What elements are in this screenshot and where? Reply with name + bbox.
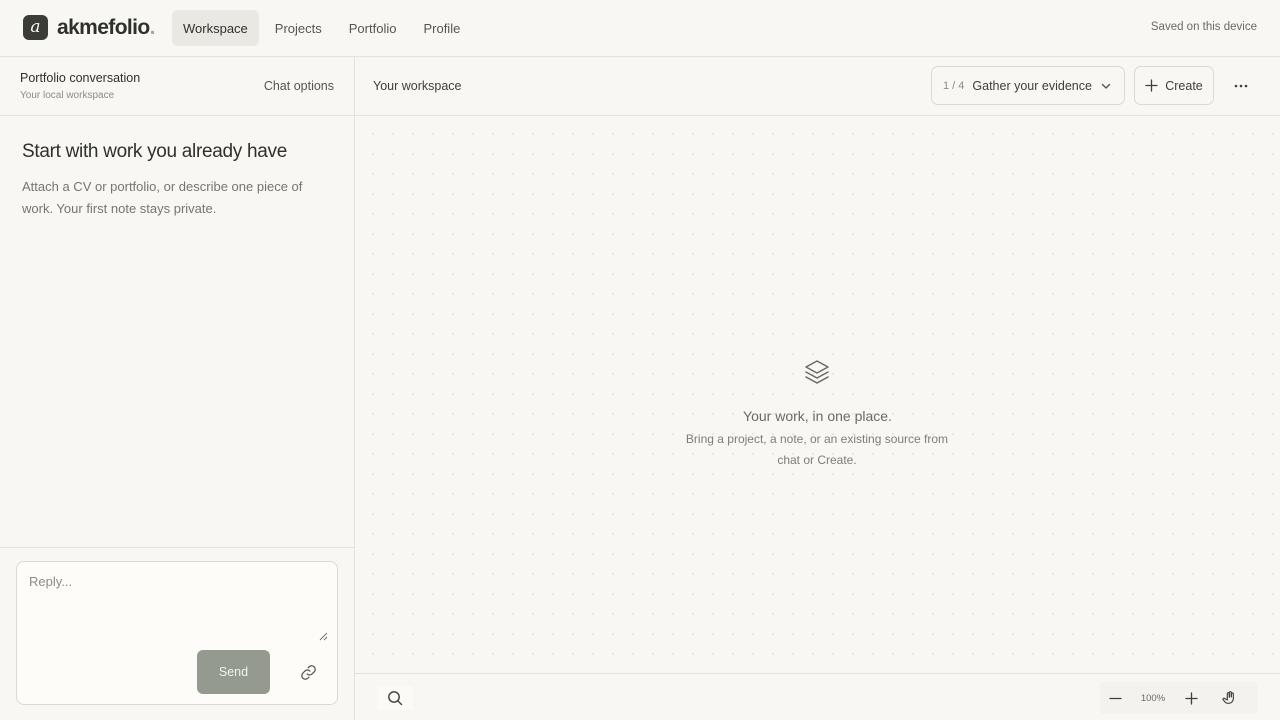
zoom-in-button[interactable] (1176, 683, 1206, 713)
plus-icon (1145, 79, 1158, 92)
pan-tool-button[interactable] (1206, 683, 1254, 713)
nav-item-profile[interactable]: Profile (412, 10, 471, 46)
create-label: Create (1165, 78, 1203, 93)
zoom-out-button[interactable] (1100, 683, 1130, 713)
brand-name: akmefolio (57, 15, 150, 39)
minus-icon (1108, 697, 1122, 699)
hand-icon (1222, 691, 1234, 704)
save-status: Saved on this device (1150, 21, 1257, 33)
resize-handle-icon[interactable] (319, 632, 328, 641)
workspace-panel: Your workspace 1 / 4 Gather your evidenc… (355, 57, 1280, 720)
layers-icon (805, 360, 829, 384)
more-options-button[interactable] (1225, 75, 1257, 97)
intro-title: Start with work you already have (22, 141, 287, 162)
zoom-level: 100% (1140, 692, 1166, 704)
send-button[interactable]: Send (197, 650, 270, 694)
main-nav: Workspace Projects Portfolio Profile (172, 10, 476, 46)
workspace-header: Your workspace 1 / 4 Gather your evidenc… (355, 57, 1280, 116)
nav-item-portfolio[interactable]: Portfolio (338, 10, 408, 46)
step-count: 1 / 4 (943, 79, 965, 92)
chat-panel: Portfolio conversation Your local worksp… (0, 57, 355, 720)
chat-subtitle: Your local workspace (20, 90, 115, 101)
create-button[interactable]: Create (1134, 66, 1214, 105)
more-horizontal-icon (1234, 84, 1248, 88)
brand-dot: . (149, 15, 156, 39)
intro-body: Attach a CV or portfolio, or describe on… (22, 179, 303, 216)
logo-mark: a (23, 15, 48, 40)
canvas-toolbar: 100% (355, 673, 1280, 720)
step-selector[interactable]: 1 / 4 Gather your evidence (931, 66, 1125, 105)
composer-area: Send (0, 547, 354, 720)
top-bar: a akmefolio. Workspace Projects Portfoli… (0, 0, 1280, 57)
nav-item-projects[interactable]: Projects (264, 10, 333, 46)
plus-icon (1184, 691, 1198, 705)
composer: Send (16, 561, 338, 705)
logo-text: akmefolio. (57, 15, 156, 40)
workspace-canvas[interactable]: Your work, in one place. Bring a project… (355, 116, 1280, 673)
step-label: Gather your evidence (972, 78, 1092, 93)
nav-item-workspace[interactable]: Workspace (172, 10, 259, 46)
chat-header: Portfolio conversation Your local worksp… (0, 57, 354, 116)
empty-state-title: Your work, in one place. (743, 408, 892, 424)
empty-state-body: Bring a project, a note, or an existing … (685, 432, 949, 467)
chat-title: Portfolio conversation (20, 71, 141, 85)
chevron-down-icon (1101, 83, 1111, 89)
link-icon (300, 664, 316, 680)
search-icon (388, 691, 403, 706)
workspace-title: Your workspace (373, 79, 462, 93)
zoom-controls: 100% (1100, 682, 1258, 714)
search-button[interactable] (377, 686, 413, 710)
logo[interactable]: a akmefolio. (23, 15, 156, 40)
attach-button[interactable] (298, 662, 318, 682)
chat-options-button[interactable]: Chat options (264, 79, 334, 93)
reply-input[interactable] (29, 574, 327, 642)
